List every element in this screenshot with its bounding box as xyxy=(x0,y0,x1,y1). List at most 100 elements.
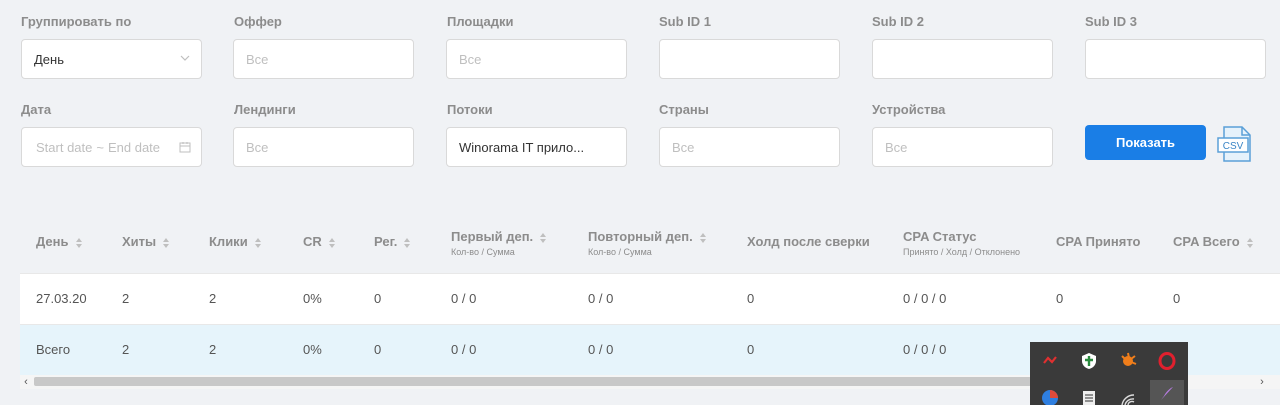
countries-select[interactable]: Все xyxy=(659,127,840,167)
offer-select[interactable]: Все xyxy=(233,39,414,79)
platforms-placeholder: Все xyxy=(459,51,482,67)
cell-cpa-status: 0 / 0 / 0 xyxy=(903,342,947,357)
sub3-label: Sub ID 3 xyxy=(1085,14,1138,29)
cell-hits: 2 xyxy=(122,291,130,306)
sort-icon xyxy=(404,237,411,248)
col-cpa-accepted: CPA Принято xyxy=(1056,234,1140,249)
platforms-select[interactable]: Все xyxy=(446,39,627,79)
show-button[interactable]: Показать xyxy=(1085,125,1206,160)
avast-icon[interactable] xyxy=(1114,347,1142,375)
csv-export-icon[interactable]: CSV xyxy=(1216,124,1254,164)
keyboard-icon[interactable] xyxy=(1075,384,1103,405)
group-by-label: Группировать по xyxy=(21,14,132,29)
col-sublabel: Кол-во / Сумма xyxy=(451,247,515,257)
col-label: Хиты xyxy=(122,234,157,249)
col-hold: Холд после сверки xyxy=(747,234,870,249)
cell-day: Всего xyxy=(36,342,71,357)
csv-label: CSV xyxy=(1223,141,1244,152)
col-clicks[interactable]: Клики xyxy=(209,234,262,249)
col-day[interactable]: День xyxy=(36,234,83,249)
date-range-picker[interactable]: Start date ~ End date xyxy=(21,127,202,167)
cell-first-dep: 0 / 0 xyxy=(451,291,477,306)
network-icon[interactable] xyxy=(1036,347,1064,375)
scroll-thumb[interactable] xyxy=(34,377,1034,386)
sort-icon xyxy=(540,232,547,243)
sort-icon xyxy=(1246,237,1253,248)
browser-icon[interactable] xyxy=(1036,384,1064,405)
landings-label: Лендинги xyxy=(234,102,296,117)
cell-repeat-dep: 0 / 0 xyxy=(588,291,614,306)
devices-placeholder: Все xyxy=(885,139,908,155)
cell-reg: 0 xyxy=(374,342,382,357)
chevron-down-icon xyxy=(180,55,190,61)
col-cr[interactable]: CR xyxy=(303,234,336,249)
col-cpa-status: CPA Статус Принято / Холд / Отклонено xyxy=(903,229,1020,257)
sort-icon xyxy=(699,232,706,243)
col-label: Первый деп. xyxy=(451,229,534,244)
sort-icon xyxy=(75,237,82,248)
devices-label: Устройства xyxy=(872,102,946,117)
cell-cpa-total: 0 xyxy=(1173,291,1181,306)
shield-icon[interactable] xyxy=(1075,347,1103,375)
platforms-label: Площадки xyxy=(447,14,514,29)
date-label: Дата xyxy=(21,102,52,117)
cell-reg: 0 xyxy=(374,291,382,306)
sort-icon xyxy=(163,237,170,248)
cell-cpa-status: 0 / 0 / 0 xyxy=(903,291,947,306)
sub3-input[interactable] xyxy=(1085,39,1266,79)
end-date-placeholder: End date xyxy=(107,139,161,155)
cell-clicks: 2 xyxy=(209,291,217,306)
col-label: Клики xyxy=(209,234,248,249)
sub2-input[interactable] xyxy=(872,39,1053,79)
landings-placeholder: Все xyxy=(246,139,269,155)
col-sublabel: Кол-во / Сумма xyxy=(588,247,652,257)
col-repeat-dep[interactable]: Повторный деп. Кол-во / Сумма xyxy=(588,229,707,257)
date-separator: ~ xyxy=(96,139,104,155)
col-cpa-total[interactable]: CPA Всего xyxy=(1173,234,1254,249)
streams-value: Winorama IT прило... xyxy=(459,139,585,155)
group-by-select[interactable]: День xyxy=(21,39,202,79)
start-date-placeholder: Start date xyxy=(36,139,93,155)
table-header: День Хиты Клики CR Рег. Первый деп. Кол-в… xyxy=(20,216,1280,272)
cell-clicks: 2 xyxy=(209,342,217,357)
col-reg[interactable]: Рег. xyxy=(374,234,411,249)
countries-placeholder: Все xyxy=(672,139,695,155)
cell-hits: 2 xyxy=(122,342,130,357)
cell-cr: 0% xyxy=(303,342,322,357)
col-label: День xyxy=(36,234,69,249)
cell-repeat-dep: 0 / 0 xyxy=(588,342,614,357)
landings-select[interactable]: Все xyxy=(233,127,414,167)
group-by-value: День xyxy=(34,51,64,67)
scroll-right-icon[interactable]: › xyxy=(1256,375,1268,389)
cell-cr: 0% xyxy=(303,291,322,306)
col-first-dep[interactable]: Первый деп. Кол-во / Сумма xyxy=(451,229,547,257)
col-label: CPA Статус xyxy=(903,229,977,244)
streams-select[interactable]: Winorama IT прило... xyxy=(446,127,627,167)
cell-first-dep: 0 / 0 xyxy=(451,342,477,357)
devices-select[interactable]: Все xyxy=(872,127,1053,167)
system-tray-popup xyxy=(1030,342,1188,405)
wifi-icon[interactable] xyxy=(1114,384,1142,405)
cell-hold: 0 xyxy=(747,291,755,306)
countries-label: Страны xyxy=(659,102,709,117)
feather-icon[interactable] xyxy=(1150,380,1184,405)
scroll-left-icon[interactable]: ‹ xyxy=(20,375,32,389)
col-label: Рег. xyxy=(374,234,398,249)
offer-label: Оффер xyxy=(234,14,282,29)
opera-icon[interactable] xyxy=(1153,347,1181,375)
col-sublabel: Принято / Холд / Отклонено xyxy=(903,247,1021,257)
table-row: 27.03.20 2 2 0% 0 0 / 0 0 / 0 0 0 / 0 / … xyxy=(20,273,1280,324)
col-label: Холд после сверки xyxy=(747,234,870,249)
sub1-label: Sub ID 1 xyxy=(659,14,712,29)
cell-day: 27.03.20 xyxy=(36,291,87,306)
col-label: CPA Принято xyxy=(1056,234,1141,249)
cell-hold: 0 xyxy=(747,342,755,357)
col-label: CPA Всего xyxy=(1173,234,1240,249)
col-hits[interactable]: Хиты xyxy=(122,234,170,249)
sort-icon xyxy=(254,237,261,248)
col-label: Повторный деп. xyxy=(588,229,693,244)
sub1-input[interactable] xyxy=(659,39,840,79)
streams-label: Потоки xyxy=(447,102,493,117)
calendar-icon xyxy=(179,142,191,153)
col-label: CR xyxy=(303,234,322,249)
